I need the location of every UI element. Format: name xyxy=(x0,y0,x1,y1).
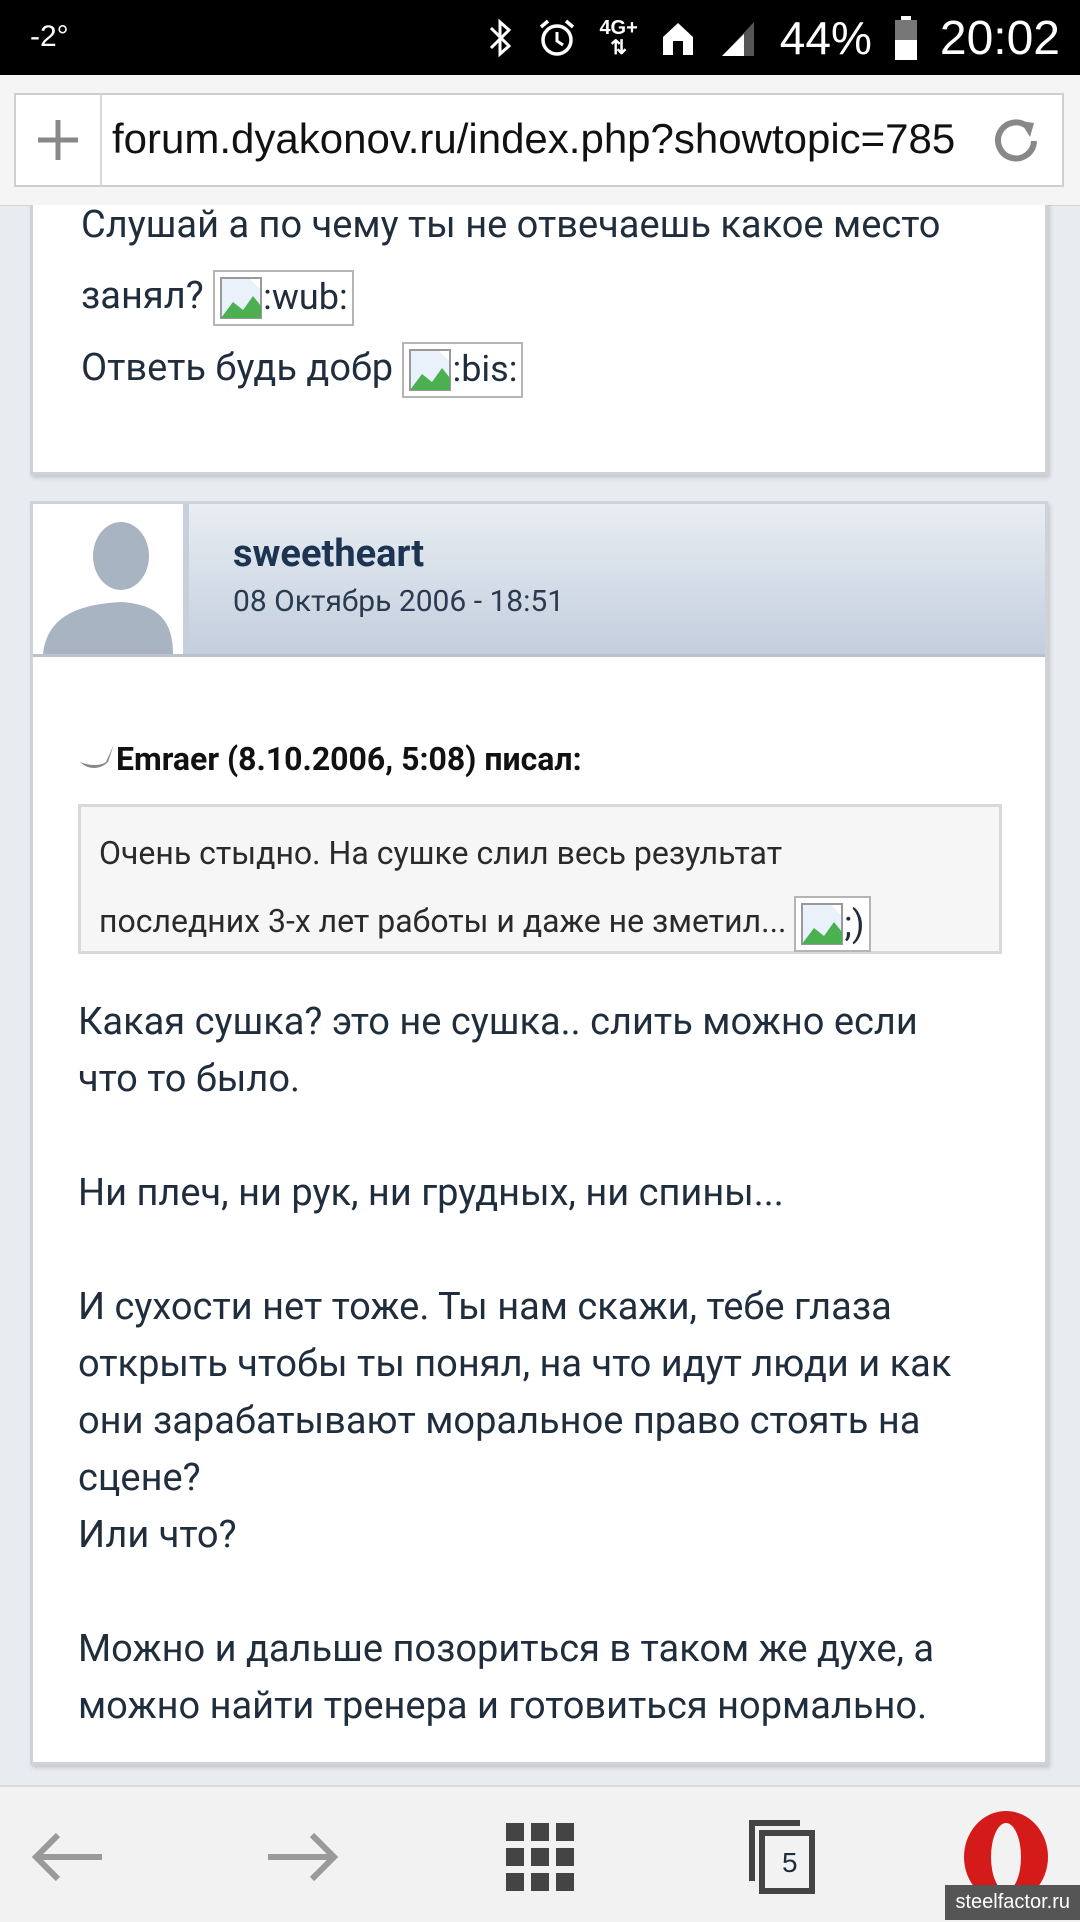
alarm-icon xyxy=(540,19,575,56)
temperature-text: -2° xyxy=(30,20,69,53)
tabs-icon xyxy=(749,1820,815,1894)
tabs-button[interactable]: 5 xyxy=(730,1807,830,1907)
broken-image-icon xyxy=(409,348,452,391)
clock: 20:02 xyxy=(939,11,1060,65)
post-card: sweetheart 08 Октябрь 2006 - 18:51 Emrae… xyxy=(30,501,1048,1765)
emoticon-alt: ;) xyxy=(844,902,865,945)
post-header: sweetheart 08 Октябрь 2006 - 18:51 xyxy=(33,504,1045,657)
battery-icon xyxy=(894,16,917,60)
home-icon xyxy=(662,23,693,55)
post-card: Слушай а по чему ты не отвечаешь какое м… xyxy=(30,205,1048,475)
post-text: Ответь будь добр xyxy=(81,345,394,390)
username-link[interactable]: sweetheart xyxy=(233,532,424,576)
emoticon: :bis: xyxy=(402,341,524,398)
quote-line: Очень стыдно. На сушке слил весь результ… xyxy=(99,834,783,872)
post-line: Слушай а по чему ты не отвечаешь какое м… xyxy=(81,205,941,247)
post-line: И сухости нет тоже. Ты нам скажи, тебе г… xyxy=(78,1285,892,1329)
quote-author: Emraer (8.10.2006, 5:08) писал: xyxy=(116,740,582,778)
network-type: 4G+ xyxy=(599,17,638,39)
network-arrows-icon: 4G+ ⇅ xyxy=(599,17,638,59)
quote-arrow-icon xyxy=(80,744,114,768)
quote-line: последних 3-х лет работы и даже не змети… xyxy=(99,887,981,955)
post-line: Какая сушка? это не сушка.. слить можно … xyxy=(78,1000,918,1044)
broken-image-icon xyxy=(801,902,844,945)
quote-box: Очень стыдно. На сушке слил весь результ… xyxy=(78,804,1002,954)
post-line: они зарабатывают моральное право стоять … xyxy=(78,1399,921,1443)
page-content: Слушай а по чему ты не отвечаешь какое м… xyxy=(0,205,1080,1785)
quote-text: последних 3-х лет работы и даже не змети… xyxy=(99,902,787,940)
post-body: Слушай а по чему ты не отвечаешь какое м… xyxy=(81,205,1021,398)
back-arrow-icon xyxy=(31,1832,102,1882)
post-line: Или что? xyxy=(78,1513,237,1557)
broken-image-icon xyxy=(220,276,263,319)
bottom-toolbar: 5 xyxy=(0,1785,1080,1922)
reload-icon xyxy=(995,119,1037,162)
post-text: занял? xyxy=(81,274,204,318)
speed-dial-button[interactable] xyxy=(490,1807,590,1907)
grid-icon xyxy=(506,1823,574,1891)
battery-percent: 44% xyxy=(779,12,872,64)
post-date: 08 Октябрь 2006 - 18:51 xyxy=(233,584,565,619)
post-line: Ответь будь добр :bis: xyxy=(81,340,1021,398)
url-field[interactable]: forum.dyakonov.ru/index.php?showtopic=78… xyxy=(112,115,955,163)
post-line: можно найти тренера и готовиться нормаль… xyxy=(78,1684,928,1728)
post-body: Какая сушка? это не сушка.. слить можно … xyxy=(78,994,1018,1735)
bluetooth-icon xyxy=(490,18,512,58)
signal-icon xyxy=(721,22,754,56)
new-tab-button[interactable] xyxy=(16,95,102,185)
emoticon: ;) xyxy=(794,895,871,952)
post-line: что то было. xyxy=(78,1057,301,1101)
emoticon-alt: :bis: xyxy=(452,348,518,391)
address-bar: forum.dyakonov.ru/index.php?showtopic=78… xyxy=(0,75,1080,206)
address-box: forum.dyakonov.ru/index.php?showtopic=78… xyxy=(14,93,1064,187)
status-bar: -2° 4G+ ⇅ 44% 20:02 xyxy=(0,0,1080,75)
status-icons: 4G+ ⇅ 44% 20:02 xyxy=(487,8,1060,68)
post-line: Ни плеч, ни рук, ни грудных, ни спины... xyxy=(78,1171,784,1215)
forward-arrow-icon xyxy=(268,1832,339,1882)
forward-button[interactable] xyxy=(252,1807,352,1907)
post-line: занял? :wub: xyxy=(81,268,1021,326)
avatar[interactable] xyxy=(33,504,189,654)
reload-button[interactable] xyxy=(988,113,1044,169)
tab-count: 5 xyxy=(782,1847,798,1878)
quote-header: Emraer (8.10.2006, 5:08) писал: xyxy=(78,740,582,778)
emoticon: :wub: xyxy=(213,269,354,326)
emoticon-alt: :wub: xyxy=(263,276,348,319)
post-line: сцене? xyxy=(78,1456,201,1500)
post-line: открыть чтобы ты понял, на что идут люди… xyxy=(78,1342,952,1386)
user-silhouette-icon xyxy=(43,522,173,654)
back-button[interactable] xyxy=(18,1807,118,1907)
post-line: Можно и дальше позориться в таком же дух… xyxy=(78,1627,935,1671)
watermark: steelfactor.ru xyxy=(945,1885,1080,1920)
plus-icon xyxy=(38,120,78,160)
